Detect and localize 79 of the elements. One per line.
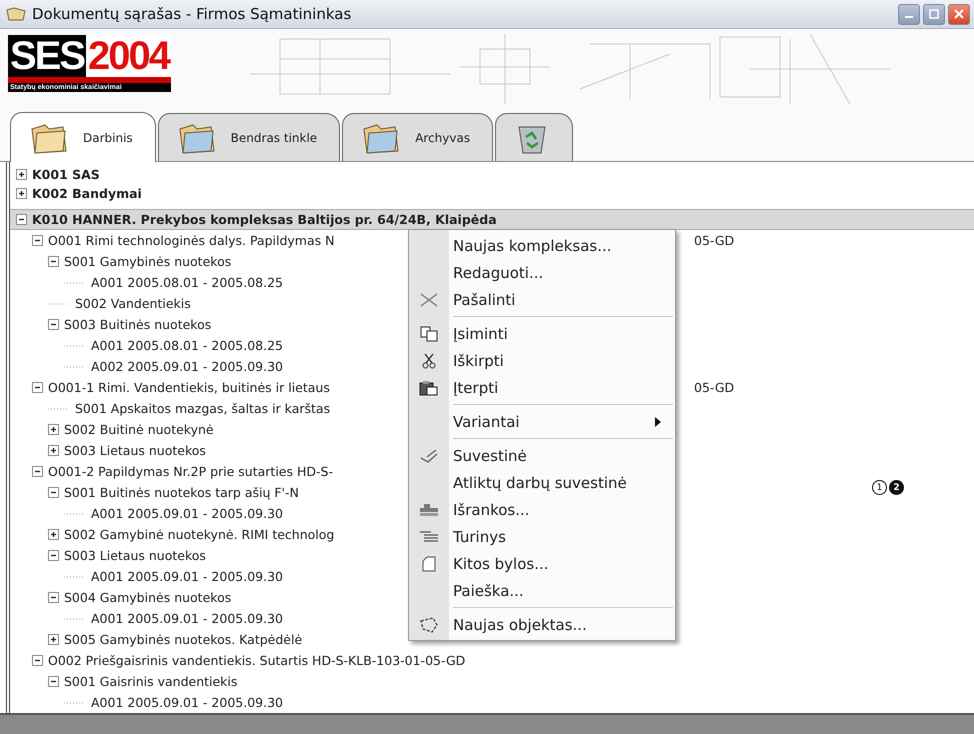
tree-item-text: 05-GD xyxy=(694,380,734,395)
tree-item[interactable]: S003 Lietaus nuotekos xyxy=(64,548,206,563)
tree-item[interactable]: S005 Gamybinės nuotekos. Katpėdėlė xyxy=(64,632,302,647)
expander-icon[interactable] xyxy=(48,550,59,561)
tree-item[interactable]: A001 2005.08.01 - 2005.08.25 xyxy=(91,338,283,353)
menu-item[interactable]: Išrankos... xyxy=(409,496,675,523)
tree-item[interactable]: O001 Rimi technologinės dalys. Papildymas N xyxy=(48,233,334,248)
tree-item[interactable]: S001 Gamybinės nuotekos xyxy=(64,254,232,269)
tree-item[interactable]: S001 Gaisrinis vandentiekis xyxy=(64,674,238,689)
tree-item[interactable]: A001 2005.09.01 - 2005.09.30 xyxy=(91,506,283,521)
menu-item[interactable]: Naujas kompleksas... xyxy=(409,232,675,259)
expander-icon[interactable] xyxy=(16,188,27,199)
tree-item[interactable]: K001 SAS xyxy=(32,167,100,182)
tree-item[interactable]: O001-1 Rimi. Vandentiekis, buitinės ir lietaus xyxy=(48,380,330,395)
expander-icon[interactable] xyxy=(48,424,59,435)
tree-item-text: 05-GD xyxy=(694,233,734,248)
tree-item[interactable]: A001 2005.09.01 - 2005.09.30 xyxy=(91,611,283,626)
tree-item[interactable]: S002 Gamybinė nuotekynė. RIMI technolog xyxy=(64,527,334,542)
tree-item[interactable]: O001-2 Papildymas Nr.2P prie sutarties HD-S- xyxy=(48,464,333,479)
logo: SES2004 xyxy=(8,35,172,83)
expander-icon[interactable] xyxy=(32,382,43,393)
expander-icon[interactable] xyxy=(48,529,59,540)
tree-item[interactable]: O002 Priešgaisrinis vandentiekis. Sutartis HD-S-KLB-103-01-05-GD xyxy=(48,653,466,668)
menu-item[interactable]: Turinys xyxy=(409,523,675,550)
tree-item[interactable]: A001 2005.08.01 - 2005.08.25 xyxy=(91,275,283,290)
expander-icon[interactable] xyxy=(32,235,43,246)
expander-icon[interactable] xyxy=(32,655,43,666)
list-icon xyxy=(419,530,439,544)
submenu-arrow-icon xyxy=(655,416,661,426)
maximize-icon xyxy=(929,9,939,19)
folder-icon xyxy=(6,6,26,22)
tree-item[interactable]: K002 Bandymai xyxy=(32,186,142,201)
menu-item[interactable]: Paieška... xyxy=(409,577,675,604)
tab[interactable]: Bendras tinkle xyxy=(158,113,340,161)
tree-item[interactable]: A002 2005.09.01 - 2005.09.30 xyxy=(91,359,283,374)
menu-item[interactable]: Kitos bylos... xyxy=(409,550,675,577)
page-icon xyxy=(421,556,437,572)
close-icon xyxy=(954,9,964,19)
minimize-icon xyxy=(905,16,913,18)
shape-icon xyxy=(419,616,439,632)
page-indicator[interactable]: 2 xyxy=(889,480,904,495)
tree-item[interactable]: S002 Vandentiekis xyxy=(75,296,191,311)
stack-icon xyxy=(419,502,439,516)
expander-icon[interactable] xyxy=(16,214,27,225)
window-title: Dokumentų sąrašas - Firmos Sąmatininkas xyxy=(32,5,352,23)
tree-item[interactable]: A001 2005.09.01 - 2005.09.30 xyxy=(91,569,283,584)
expander-icon[interactable] xyxy=(16,169,27,180)
menu-item[interactable]: Įterpti xyxy=(409,374,675,401)
tree-item[interactable]: S002 Buitinė nuotekynė xyxy=(64,422,214,437)
expander-icon[interactable] xyxy=(48,592,59,603)
cross-icon xyxy=(419,292,439,308)
clipboard-icon xyxy=(419,380,439,396)
expander-icon[interactable] xyxy=(48,319,59,330)
expander-icon[interactable] xyxy=(48,487,59,498)
tree-item[interactable]: A001 2005.09.01 - 2005.09.30 xyxy=(91,695,283,710)
tab[interactable] xyxy=(495,113,574,161)
expander-icon[interactable] xyxy=(32,466,43,477)
expander-icon[interactable] xyxy=(48,256,59,267)
close-button[interactable] xyxy=(948,4,970,24)
scissors-icon xyxy=(422,352,436,368)
copy-icon xyxy=(420,326,438,342)
page-indicator[interactable]: 1 xyxy=(872,480,887,495)
tab[interactable]: Archyvas xyxy=(342,113,494,161)
tree-item[interactable]: S004 Gamybinės nuotekos xyxy=(64,590,232,605)
menu-item[interactable]: Atliktų darbų suvestinė xyxy=(409,469,675,496)
menu-item[interactable]: Redaguoti... xyxy=(409,259,675,286)
tree-item[interactable]: S003 Buitinės nuotekos xyxy=(64,317,212,332)
tab[interactable]: Darbinis xyxy=(10,112,156,162)
tree-item[interactable]: S003 Lietaus nuotekos xyxy=(64,443,206,458)
maximize-button[interactable] xyxy=(923,4,945,24)
menu-item[interactable]: Iškirpti xyxy=(409,347,675,374)
expander-icon[interactable] xyxy=(48,445,59,456)
tree-item[interactable]: S001 Apskaitos mazgas, šaltas ir karštas xyxy=(75,401,330,416)
expander-icon[interactable] xyxy=(48,634,59,645)
menu-item[interactable]: Pašalinti xyxy=(409,286,675,313)
expander-icon[interactable] xyxy=(48,676,59,687)
pen-icon xyxy=(419,448,439,464)
minimize-button[interactable] xyxy=(898,4,920,24)
tree-item[interactable]: S001 Buitinės nuotekos tarp ašių F'-N xyxy=(64,485,299,500)
